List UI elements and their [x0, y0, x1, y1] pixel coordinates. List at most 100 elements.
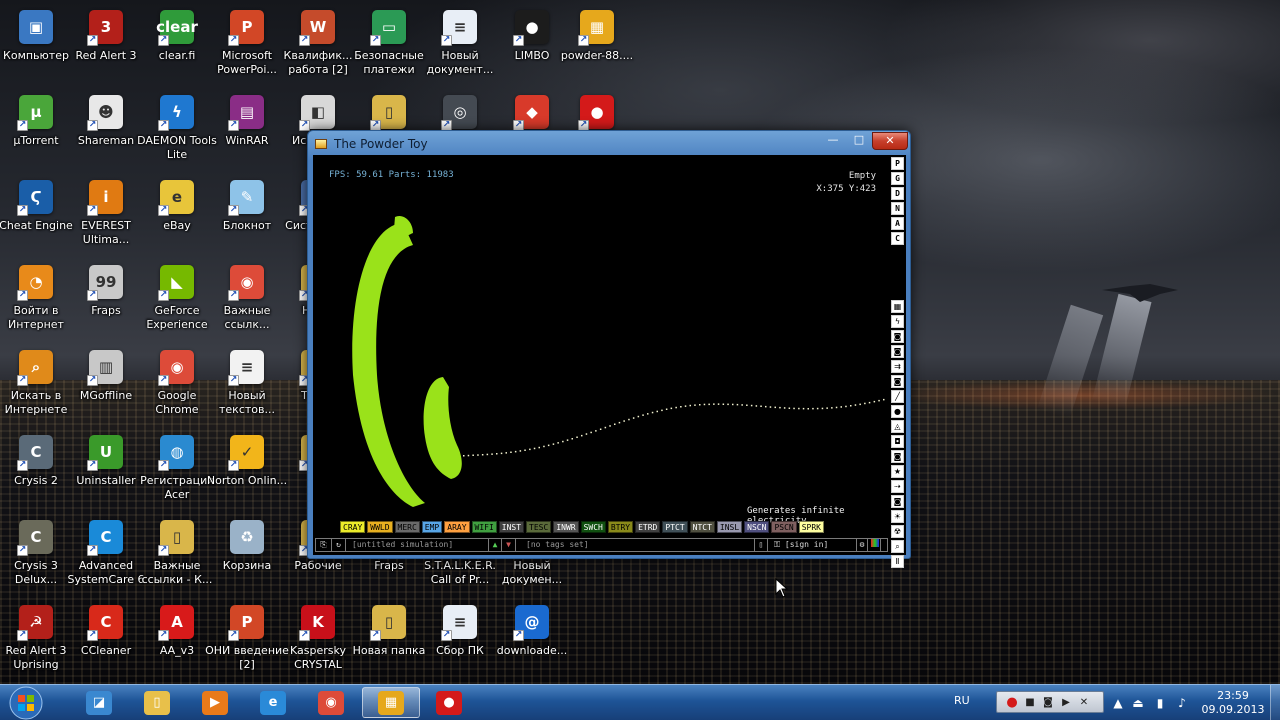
- shortcut-arrow-icon: ↗: [87, 545, 98, 556]
- signal-icon[interactable]: ▮: [1152, 695, 1168, 711]
- reload-icon[interactable]: ↻: [332, 539, 346, 551]
- shortcut-arrow-icon: ↗: [370, 35, 381, 46]
- app-icon: i ↗: [87, 180, 123, 216]
- taskbar-button-control-panel[interactable]: ◪: [70, 687, 128, 718]
- start-button[interactable]: [6, 685, 46, 720]
- taskbar-button-powder-toy[interactable]: ▦: [362, 687, 420, 718]
- record-icon[interactable]: ●: [1005, 695, 1019, 710]
- element-button-wwld[interactable]: WWLD: [367, 521, 393, 533]
- element-button-tesc[interactable]: TESC: [526, 521, 552, 533]
- desktop-icon[interactable]: ▦ ↗ powder-88....: [555, 6, 639, 86]
- element-button-insl[interactable]: INSL: [716, 521, 743, 533]
- language-indicator[interactable]: RU: [954, 694, 970, 707]
- category-menu-icon[interactable]: ⌕: [891, 540, 904, 553]
- shortcut-arrow-icon: ↗: [17, 630, 28, 641]
- category-menu-icon[interactable]: ★: [891, 465, 904, 478]
- tags-field[interactable]: [no tags set]: [526, 539, 726, 551]
- usb-icon[interactable]: ⏏: [1130, 695, 1146, 711]
- shortcut-arrow-icon: ↗: [299, 630, 310, 641]
- simulation-canvas[interactable]: [313, 155, 890, 507]
- element-button-btry[interactable]: BTRY: [607, 521, 634, 533]
- category-menu-icon[interactable]: ☢: [891, 525, 904, 538]
- category-menu-icon[interactable]: ●: [891, 405, 904, 418]
- recorder-panel[interactable]: ● ■ ◙ ▶ ✕: [996, 691, 1104, 713]
- category-menu-icon[interactable]: ╱: [891, 390, 904, 403]
- mode-button-p[interactable]: P: [891, 157, 904, 170]
- mode-button-n[interactable]: N: [891, 202, 904, 215]
- app-icon: clear ↗: [156, 10, 198, 46]
- element-button-etrd[interactable]: ETRD: [635, 521, 661, 533]
- taskbar-button-chrome[interactable]: ◉: [302, 687, 360, 718]
- category-menu-icon[interactable]: ⇢: [891, 480, 904, 493]
- mic-muted-icon[interactable]: ✕: [1077, 695, 1091, 709]
- category-menu-icon[interactable]: ☀: [891, 510, 904, 523]
- clear-sim-icon[interactable]: ▯: [754, 539, 768, 551]
- app-icon: ▦ ↗: [578, 10, 614, 46]
- element-button-inwr[interactable]: INWR: [553, 521, 579, 533]
- app-icon: ≡ ↗: [441, 605, 477, 641]
- category-menu-icon[interactable]: ◙: [891, 375, 904, 388]
- shortcut-arrow-icon: ↗: [441, 35, 452, 46]
- element-button-sprk[interactable]: SPRK: [798, 521, 824, 533]
- window-titlebar[interactable]: The Powder Toy — □ ✕: [308, 131, 910, 155]
- powder-toy-window[interactable]: The Powder Toy — □ ✕ FPS: 59.61 Parts: 1…: [307, 130, 911, 568]
- camera-icon[interactable]: ◙: [1041, 695, 1055, 709]
- display-mode-icon[interactable]: [869, 539, 881, 551]
- element-button-ntct[interactable]: NTCT: [689, 521, 715, 533]
- category-menu-icon[interactable]: ◘: [891, 435, 904, 448]
- vote-down-icon[interactable]: ▼: [502, 539, 516, 551]
- shortcut-arrow-icon: ↗: [17, 120, 28, 131]
- element-button-pscn[interactable]: PSCN: [771, 521, 797, 533]
- mouse-cursor-icon: [775, 578, 789, 598]
- category-menu-icon[interactable]: ϟ: [891, 315, 904, 328]
- taskbar-button-explorer[interactable]: ▯: [128, 687, 186, 718]
- element-button-wifi[interactable]: WIFI: [471, 521, 497, 533]
- taskbar-button-recorder[interactable]: ●: [420, 687, 478, 718]
- category-menu-icon[interactable]: ◙: [891, 495, 904, 508]
- app-icon: ϟ ↗: [158, 95, 194, 131]
- key-icon: ⚿: [774, 540, 785, 549]
- volume-icon[interactable]: ♪: [1174, 695, 1190, 711]
- video-icon[interactable]: ▶: [1059, 695, 1073, 709]
- sim-bottom-bar: ⎘ ↻ [untitled simulation] ▲ ▼ [no tags s…: [315, 538, 888, 552]
- close-button[interactable]: ✕: [872, 132, 908, 150]
- category-menu-icon[interactable]: ▦: [891, 300, 904, 313]
- green-blob-small: [423, 377, 462, 479]
- mode-button-g[interactable]: G: [891, 172, 904, 185]
- tray-arrow-icon[interactable]: ▲: [1110, 695, 1126, 711]
- element-button-swch[interactable]: SWCH: [580, 521, 606, 533]
- maximize-button[interactable]: □: [846, 132, 872, 150]
- element-button-cray[interactable]: CRAY: [340, 521, 366, 533]
- shortcut-arrow-icon: ↗: [158, 120, 169, 131]
- mode-button-a[interactable]: A: [891, 217, 904, 230]
- element-button-aray[interactable]: ARAY: [444, 521, 470, 533]
- stop-icon[interactable]: ■: [1023, 695, 1037, 709]
- desktop-icon[interactable]: @ ↗ downloade...: [490, 601, 574, 681]
- system-clock[interactable]: 23:59 09.09.2013: [1196, 689, 1270, 717]
- save-name[interactable]: [untitled simulation]: [352, 539, 482, 551]
- hover-element-name: Empty: [848, 171, 876, 181]
- category-menu-icon[interactable]: ◙: [891, 345, 904, 358]
- category-menu-icon[interactable]: ◙: [891, 330, 904, 343]
- taskbar-button-internet-explorer[interactable]: e: [244, 687, 302, 718]
- show-desktop-button[interactable]: [1270, 685, 1280, 720]
- element-button-ptct[interactable]: PTCT: [662, 521, 688, 533]
- mode-button-c[interactable]: C: [891, 232, 904, 245]
- category-menu-icon[interactable]: ⇉: [891, 360, 904, 373]
- category-menu-icon[interactable]: ◬: [891, 420, 904, 433]
- settings-icon[interactable]: ⚙: [856, 539, 868, 551]
- simulation-client[interactable]: FPS: 59.61 Parts: 11983 Empty X:375 Y:42…: [313, 155, 906, 568]
- element-button-inst[interactable]: INST: [498, 521, 525, 533]
- vote-up-icon[interactable]: ▲: [488, 539, 502, 551]
- element-button-emp[interactable]: EMP: [421, 521, 443, 533]
- sign-in-button[interactable]: ⚿ [sign in]: [774, 539, 854, 551]
- element-button-nscn[interactable]: NSCN: [744, 521, 770, 533]
- open-save-icon[interactable]: ⎘: [316, 539, 332, 551]
- category-menu-icon[interactable]: Ⅱ: [891, 555, 904, 568]
- internet-explorer-icon: e: [260, 690, 286, 715]
- element-button-merc[interactable]: MERC: [394, 521, 420, 533]
- category-menu-icon[interactable]: ◙: [891, 450, 904, 463]
- minimize-button[interactable]: —: [820, 132, 846, 150]
- taskbar-button-media-player[interactable]: ▶: [186, 687, 244, 718]
- mode-button-d[interactable]: D: [891, 187, 904, 200]
